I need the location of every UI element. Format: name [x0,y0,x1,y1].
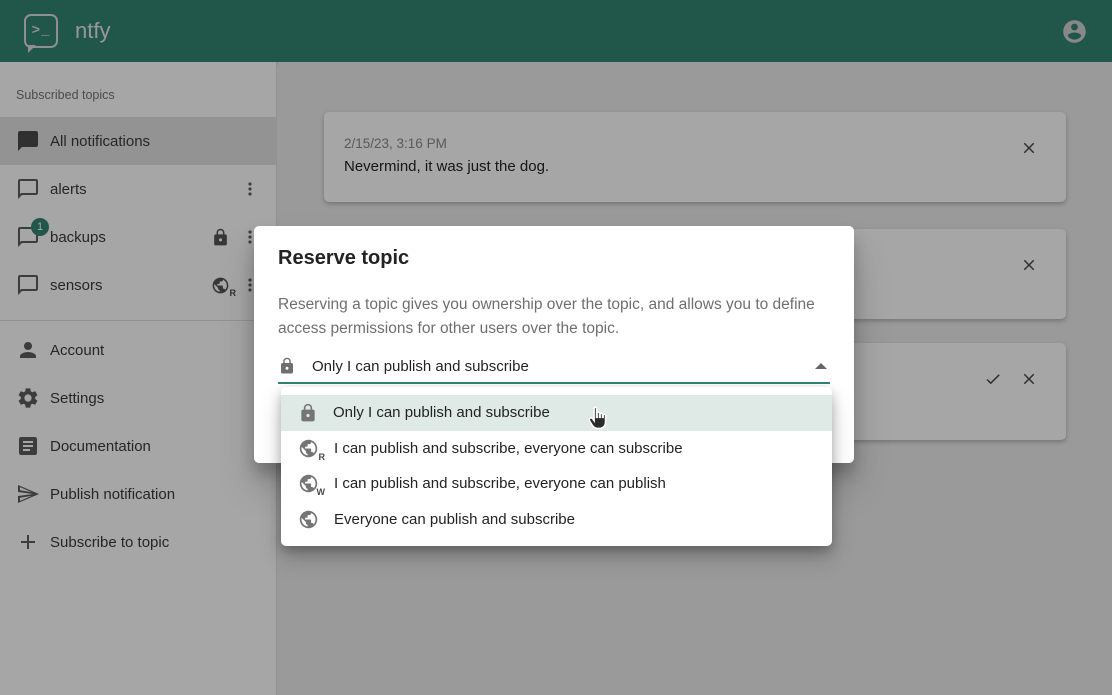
dialog-title: Reserve topic [278,247,409,270]
globe-write-icon: W [298,473,319,494]
globe-icon [298,509,319,530]
menu-item-label: I can publish and subscribe, everyone ca… [334,440,683,457]
access-select-value: Only I can publish and subscribe [312,358,815,375]
menu-item-everyone-can-publish[interactable]: W I can publish and subscribe, everyone … [281,466,832,502]
menu-item-only-me[interactable]: Only I can publish and subscribe [281,395,832,431]
menu-item-label: Everyone can publish and subscribe [334,511,575,528]
access-select[interactable]: Only I can publish and subscribe [278,350,830,384]
lock-icon [298,403,318,423]
dialog-description: Reserving a topic gives you ownership ov… [278,293,823,341]
menu-item-everyone-can-subscribe[interactable]: R I can publish and subscribe, everyone … [281,431,832,467]
menu-item-label: Only I can publish and subscribe [333,404,550,421]
lock-icon [278,357,296,375]
chevron-up-icon [815,363,827,369]
menu-item-label: I can publish and subscribe, everyone ca… [334,475,666,492]
globe-read-icon: R [298,438,319,459]
access-dropdown-menu: Only I can publish and subscribe R I can… [281,387,832,546]
app-window: >_ ntfy Subscribed topics All notificati… [0,0,1112,695]
menu-item-everyone[interactable]: Everyone can publish and subscribe [281,502,832,538]
